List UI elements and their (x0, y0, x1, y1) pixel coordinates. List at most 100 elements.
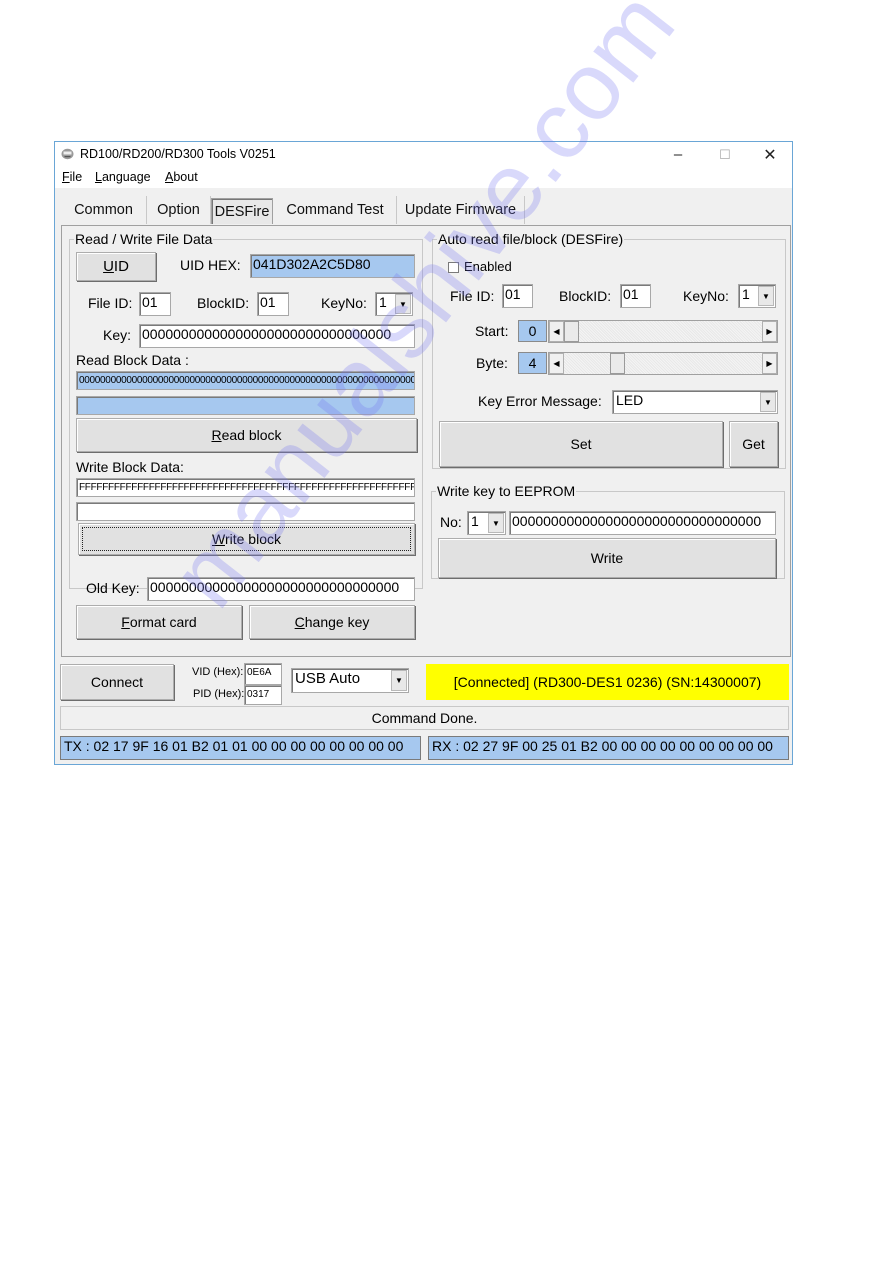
tab-desfire[interactable]: DESFire (211, 198, 273, 224)
minimize-button[interactable]: – (655, 142, 701, 167)
read-block-data-field[interactable]: 0000000000000000000000000000000000000000… (76, 371, 415, 390)
connect-button[interactable]: Connect (60, 664, 174, 700)
status-message: Command Done. (60, 706, 789, 730)
write-block-button-label: Write block (212, 531, 281, 547)
uid-button[interactable]: U ID (76, 252, 156, 281)
write-block-data-field-2[interactable] (76, 502, 415, 521)
vid-field[interactable]: 0E6A (244, 663, 282, 685)
byte-slider[interactable]: ◀ ▶ (548, 352, 778, 375)
auto-file-id-field[interactable]: 01 (502, 284, 533, 308)
window-title: RD100/RD200/RD300 Tools V0251 (80, 147, 276, 161)
key-error-message-value: LED (616, 392, 644, 408)
maximize-button[interactable]: ☐ (702, 142, 748, 167)
connection-status: [Connected] (RD300-DES1 0236) (SN:143000… (426, 664, 789, 700)
menu-about[interactable]: About (165, 170, 198, 184)
eeprom-key-field[interactable]: 00000000000000000000000000000000 (509, 511, 776, 535)
read-block-button[interactable]: Read block (76, 418, 417, 452)
read-block-button-label: Read block (211, 427, 282, 443)
eeprom-no-label: No: (440, 514, 462, 530)
change-key-button[interactable]: Change key (249, 605, 415, 639)
connect-button-label: Connect (90, 674, 144, 690)
scroll-left-icon[interactable]: ◀ (549, 321, 564, 342)
tx-display: TX : 02 17 9F 16 01 B2 01 01 00 00 00 00… (60, 736, 421, 760)
start-label: Start: (475, 323, 509, 339)
file-id-label: File ID: (88, 295, 133, 311)
port-value: USB Auto (295, 670, 361, 687)
chevron-down-icon[interactable]: ▼ (395, 294, 411, 314)
key-field[interactable]: 00000000000000000000000000000000 (139, 324, 415, 348)
menu-file[interactable]: File (62, 170, 82, 184)
desfire-tab-panel: Read / Write File Data U ID UID HEX: 041D… (61, 225, 791, 657)
uid-hex-label: UID HEX: (180, 257, 241, 273)
format-card-button[interactable]: Format card (76, 605, 242, 639)
menu-language[interactable]: Language (95, 170, 151, 184)
auto-block-id-label: BlockID: (559, 288, 612, 304)
block-id-field[interactable]: 01 (257, 292, 289, 316)
minimize-icon: – (673, 146, 683, 163)
auto-key-no-label: KeyNo: (683, 288, 729, 304)
eeprom-write-button-label: Write (590, 550, 624, 566)
key-no-select[interactable]: 1 ▼ (375, 292, 413, 316)
auto-read-legend: Auto read file/block (DESFire) (438, 231, 624, 247)
block-id-label: BlockID: (197, 295, 250, 311)
tab-option[interactable]: Option (147, 196, 211, 224)
get-button[interactable]: Get (729, 421, 778, 467)
uid-hex-field[interactable]: 041D302A2C5D80 (250, 254, 415, 278)
file-id-field[interactable]: 01 (139, 292, 171, 316)
chevron-down-icon[interactable]: ▼ (488, 513, 504, 533)
chevron-down-icon[interactable]: ▼ (760, 392, 776, 412)
old-key-field[interactable]: 00000000000000000000000000000000 (147, 577, 415, 601)
pid-field[interactable]: 0317 (244, 685, 282, 705)
uid-button-label-rest: ID (113, 258, 129, 275)
auto-file-id-label: File ID: (450, 288, 495, 304)
byte-slider-thumb[interactable] (610, 353, 625, 374)
chevron-down-icon[interactable]: ▼ (391, 670, 407, 691)
close-icon: ✕ (763, 146, 777, 164)
key-label: Key: (103, 327, 132, 343)
key-no-value: 1 (379, 294, 387, 310)
old-key-label: Old Key: (86, 580, 140, 596)
title-bar: RD100/RD200/RD300 Tools V0251 – ☐ ✕ (55, 142, 792, 167)
uid-button-label: U (103, 258, 114, 275)
get-button-label: Get (742, 436, 765, 452)
eeprom-write-button[interactable]: Write (438, 538, 776, 578)
write-key-eeprom-legend: Write key to EEPROM (437, 483, 576, 499)
tab-command-test[interactable]: Command Test (274, 196, 397, 224)
eeprom-no-value: 1 (471, 513, 479, 529)
rx-display: RX : 02 27 9F 00 25 01 B2 00 00 00 00 00… (428, 736, 789, 760)
app-icon (61, 148, 74, 160)
key-no-label: KeyNo: (321, 295, 367, 311)
byte-label: Byte: (476, 355, 508, 371)
start-slider[interactable]: ◀ ▶ (548, 320, 778, 343)
write-block-button[interactable]: Write block (78, 523, 415, 555)
eeprom-no-select[interactable]: 1 ▼ (467, 511, 506, 535)
app-window: RD100/RD200/RD300 Tools V0251 – ☐ ✕ File… (54, 141, 793, 765)
scroll-left-icon[interactable]: ◀ (549, 353, 564, 374)
vid-label: VID (Hex): (192, 666, 244, 678)
enabled-label: Enabled (464, 259, 512, 274)
pid-label: PID (Hex): (193, 688, 245, 700)
maximize-icon: ☐ (719, 146, 731, 162)
enabled-checkbox[interactable] (448, 262, 459, 273)
auto-key-no-select[interactable]: 1 ▼ (738, 284, 776, 308)
read-block-data-label: Read Block Data : (76, 352, 189, 368)
port-select[interactable]: USB Auto ▼ (291, 668, 409, 693)
scroll-right-icon[interactable]: ▶ (762, 321, 777, 342)
tab-common[interactable]: Common (61, 196, 147, 224)
write-block-data-field[interactable]: FFFFFFFFFFFFFFFFFFFFFFFFFFFFFFFFFFFFFFFF… (76, 478, 415, 497)
key-error-message-select[interactable]: LED ▼ (612, 390, 778, 414)
key-error-message-label: Key Error Message: (478, 393, 602, 409)
read-block-data-field-2[interactable] (76, 396, 415, 415)
start-slider-thumb[interactable] (564, 321, 579, 342)
tab-update-firmware[interactable]: Update Firmware (397, 196, 525, 224)
change-key-button-label: Change key (294, 614, 370, 630)
chevron-down-icon[interactable]: ▼ (758, 286, 774, 306)
auto-block-id-field[interactable]: 01 (620, 284, 651, 308)
close-button[interactable]: ✕ (747, 142, 793, 167)
read-write-file-legend: Read / Write File Data (75, 231, 213, 247)
set-button[interactable]: Set (439, 421, 723, 467)
start-value: 0 (518, 320, 547, 342)
set-button-label: Set (570, 436, 592, 452)
auto-key-no-value: 1 (742, 286, 750, 302)
scroll-right-icon[interactable]: ▶ (762, 353, 777, 374)
